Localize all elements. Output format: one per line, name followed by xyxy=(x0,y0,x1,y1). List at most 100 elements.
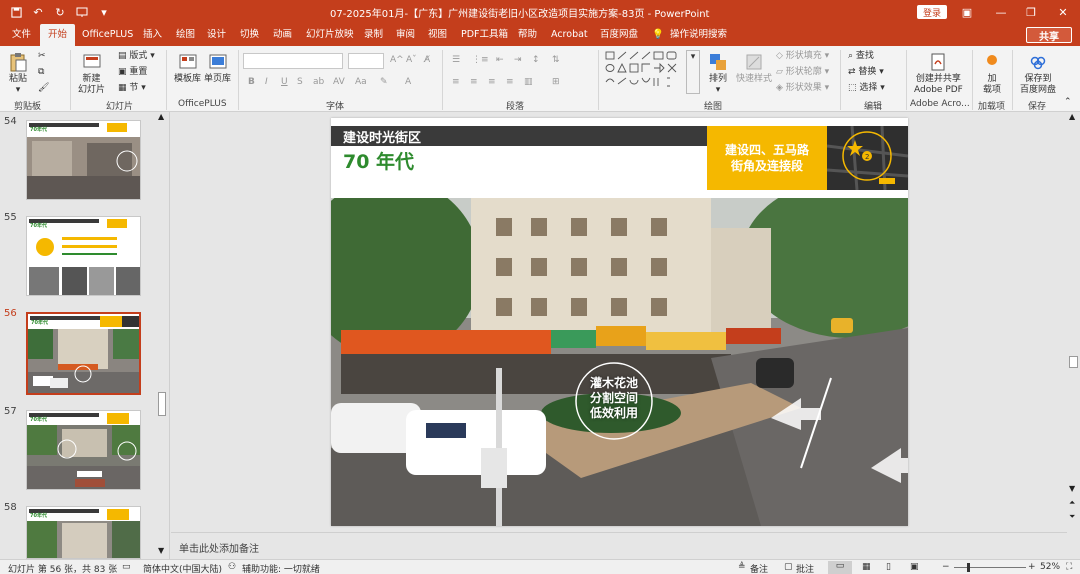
slide-subtitle[interactable]: 70 年代 xyxy=(343,147,414,174)
scrollbar-thumb[interactable] xyxy=(1069,356,1078,368)
redo-icon[interactable]: ↻ xyxy=(52,4,68,20)
tell-me-search[interactable]: 操作说明搜索 xyxy=(670,24,727,46)
slideshow-icon[interactable]: ▣ xyxy=(910,562,919,572)
find-button[interactable]: ⌕ 查找 xyxy=(848,50,874,62)
tab-review[interactable]: 审阅 xyxy=(396,24,415,46)
increase-font-icon[interactable]: A^ xyxy=(390,54,404,66)
quick-styles-button[interactable]: 快速样式 xyxy=(736,52,772,85)
language-indicator[interactable]: 简体中文(中国大陆) xyxy=(143,562,222,574)
tab-home[interactable]: 开始 xyxy=(40,24,76,46)
clear-format-icon[interactable]: A̸ xyxy=(424,54,430,66)
template-library-button[interactable]: 模板库 xyxy=(174,52,201,85)
tab-draw[interactable]: 绘图 xyxy=(176,24,195,46)
shapes-more-icon[interactable]: ▾ xyxy=(686,50,700,94)
strikethrough-icon[interactable]: ab xyxy=(313,76,324,88)
mini-map[interactable]: 2 xyxy=(826,125,908,191)
tab-help[interactable]: 帮助 xyxy=(518,24,537,46)
restore-icon[interactable]: ❐ xyxy=(1014,0,1048,24)
previous-slide-icon[interactable]: ⏶ xyxy=(1069,498,1075,508)
notes-pane[interactable]: 单击此处添加备注 xyxy=(171,532,1067,559)
text-direction-icon[interactable]: ⇅ xyxy=(552,54,560,66)
tab-pdf-toolbox[interactable]: PDF工具箱 xyxy=(461,24,508,46)
align-center-icon[interactable]: ≡ xyxy=(470,76,478,88)
shape-fill-button[interactable]: ◇ 形状填充 ▾ xyxy=(776,50,829,62)
close-icon[interactable]: ✕ xyxy=(1046,0,1080,24)
callout-text[interactable]: 建设四、五马路 街角及连接段 xyxy=(707,142,827,174)
collapse-ribbon-icon[interactable]: ⌃ xyxy=(1064,96,1072,108)
scroll-up-icon[interactable]: ▲ xyxy=(1069,112,1075,121)
customize-qat-icon[interactable]: ▾ xyxy=(96,4,112,20)
next-slide-icon[interactable]: ⏷ xyxy=(1069,512,1075,522)
present-icon[interactable] xyxy=(74,4,90,20)
char-spacing-icon[interactable]: AV xyxy=(333,76,345,88)
shape-outline-button[interactable]: ▱ 形状轮廓 ▾ xyxy=(776,66,829,78)
zoom-out-icon[interactable]: − xyxy=(942,562,950,572)
reset-button[interactable]: ▣ 重置 xyxy=(118,66,147,78)
slide-thumbnail-56[interactable]: 70年代 xyxy=(26,312,141,395)
arrange-button[interactable]: 排列 ▾ xyxy=(708,52,728,96)
slide-thumbnail-54[interactable]: 70年代 xyxy=(26,120,141,200)
decrease-indent-icon[interactable]: ⇤ xyxy=(496,54,504,66)
line-spacing-icon[interactable]: ↕ xyxy=(532,54,540,66)
slide-thumbnail-58[interactable]: 70年代 xyxy=(26,506,141,559)
tab-file[interactable]: 文件 xyxy=(12,24,31,46)
smartart-icon[interactable]: ⊞ xyxy=(552,76,560,88)
share-button[interactable]: 共享 xyxy=(1026,27,1072,43)
tab-view[interactable]: 视图 xyxy=(428,24,447,46)
section-button[interactable]: ▦ 节 ▾ xyxy=(118,82,146,94)
scroll-up-icon[interactable]: ▲ xyxy=(158,112,164,121)
highlight-icon[interactable]: ✎ xyxy=(380,76,388,88)
replace-button[interactable]: ⇄ 替换 ▾ xyxy=(848,66,884,78)
fit-slide-icon[interactable]: ⛶ xyxy=(1066,562,1072,572)
notes-placeholder[interactable]: 单击此处添加备注 xyxy=(179,540,259,555)
comments-button[interactable]: 批注 xyxy=(796,562,814,574)
tab-animations[interactable]: 动画 xyxy=(273,24,292,46)
notes-button[interactable]: 备注 xyxy=(750,562,768,574)
tab-baidu-netdisk[interactable]: 百度网盘 xyxy=(600,24,638,46)
bold-icon[interactable]: B xyxy=(248,76,255,88)
font-family-combo[interactable] xyxy=(243,53,343,69)
addins-button[interactable]: 加载项 xyxy=(982,52,1002,96)
copy-icon[interactable]: ⧉ xyxy=(38,66,44,78)
font-size-combo[interactable] xyxy=(348,53,384,69)
normal-view-icon[interactable]: ▭ xyxy=(828,561,852,574)
columns-icon[interactable]: ▥ xyxy=(524,76,533,88)
save-to-baidu-button[interactable]: 保存到 百度网盘 xyxy=(1020,52,1056,96)
single-page-library-button[interactable]: 单页库 xyxy=(204,52,231,85)
create-share-pdf-button[interactable]: 创建并共享 Adobe PDF xyxy=(914,52,963,96)
zoom-level[interactable]: 52% xyxy=(1040,562,1060,572)
scroll-down-icon[interactable]: ▼ xyxy=(1069,484,1075,493)
select-button[interactable]: ⬚ 选择 ▾ xyxy=(848,82,885,94)
format-painter-icon[interactable]: 🖌 xyxy=(38,82,49,94)
current-slide[interactable]: 建设时光街区 70 年代 建设四、五马路 街角及连接段 2 灌木花池 分割空间 … xyxy=(331,118,908,526)
shapes-gallery[interactable] xyxy=(604,50,684,94)
slide-title[interactable]: 建设时光街区 xyxy=(343,127,421,146)
tab-acrobat[interactable]: Acrobat xyxy=(551,24,588,46)
numbering-icon[interactable]: ⋮≡ xyxy=(472,54,489,66)
tab-insert[interactable]: 插入 xyxy=(143,24,162,46)
comments-icon[interactable]: ▢ xyxy=(784,562,793,572)
align-left-icon[interactable]: ≡ xyxy=(452,76,460,88)
shadow-icon[interactable]: S xyxy=(297,76,303,88)
accessibility-status[interactable]: 辅助功能: 一切就绪 xyxy=(242,562,320,574)
photo-annotation[interactable]: 灌木花池 分割空间 低效利用 xyxy=(579,376,649,421)
canvas-scrollbar[interactable]: ▲ ▼ ⏶ ⏷ xyxy=(1067,112,1080,532)
ribbon-display-icon[interactable]: ▣ xyxy=(950,0,984,24)
decrease-font-icon[interactable]: Aˇ xyxy=(406,54,417,66)
scrollbar-thumb[interactable] xyxy=(158,392,166,416)
notes-icon[interactable]: ≜ xyxy=(738,562,746,572)
layout-button[interactable]: ▤ 版式 ▾ xyxy=(118,50,155,62)
underline-icon[interactable]: U xyxy=(281,76,288,88)
tab-record[interactable]: 录制 xyxy=(364,24,383,46)
slides-panel-scrollbar[interactable]: ▲ ▼ xyxy=(156,112,168,559)
tab-design[interactable]: 设计 xyxy=(207,24,226,46)
scroll-down-icon[interactable]: ▼ xyxy=(158,546,164,555)
slide-thumbnail-55[interactable]: 70年代 xyxy=(26,216,141,296)
undo-icon[interactable]: ↶ xyxy=(30,4,46,20)
save-icon[interactable] xyxy=(8,4,24,20)
change-case-icon[interactable]: Aa xyxy=(355,76,367,88)
login-button[interactable]: 登录 xyxy=(917,5,947,19)
tab-slideshow[interactable]: 幻灯片放映 xyxy=(306,24,354,46)
zoom-slider[interactable] xyxy=(954,567,1026,568)
italic-icon[interactable]: I xyxy=(265,76,268,88)
